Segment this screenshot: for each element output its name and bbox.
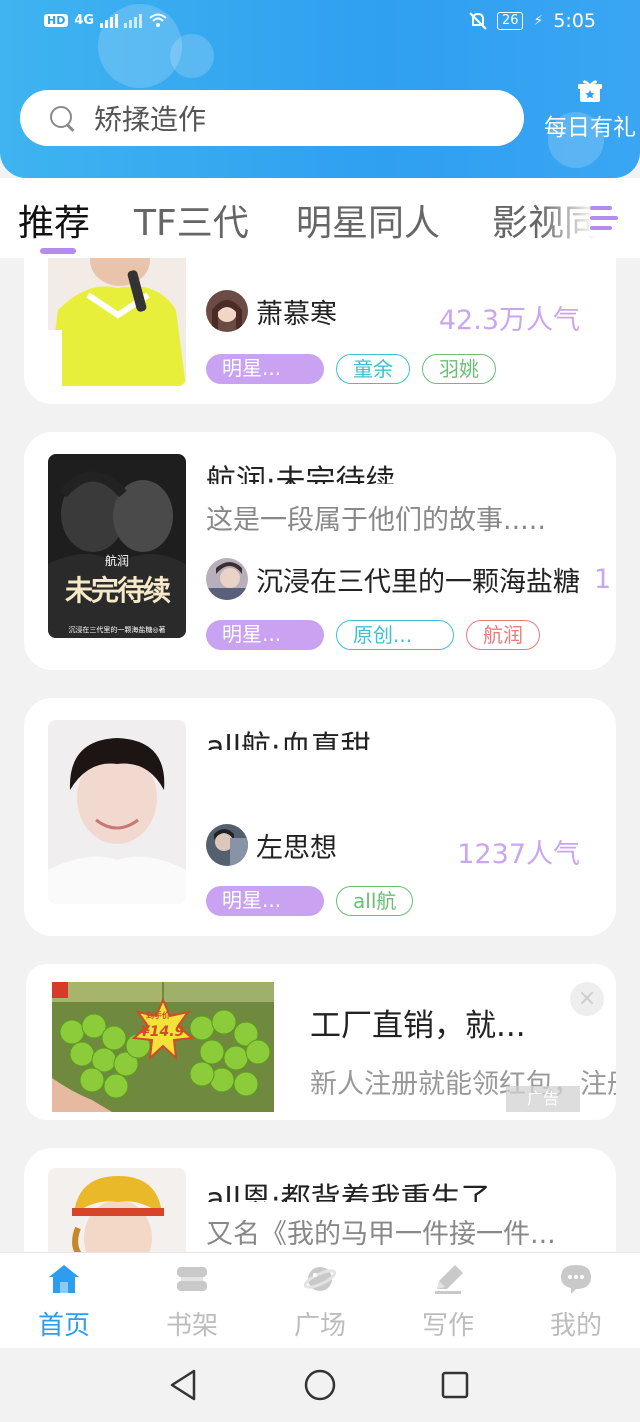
ad-card[interactable]: 到手价 ¥14.9 工厂直销，就... 新人注册就能领红包，注册即可提 × 广告 — [26, 964, 616, 1120]
tag[interactable]: all航 — [336, 886, 414, 916]
nav-label: 广场 — [293, 1311, 346, 1341]
story-cover — [48, 1168, 186, 1252]
tag[interactable]: 明星... — [206, 620, 324, 650]
author-name: 沉浸在三代里的一颗海盐糖 — [256, 566, 580, 598]
author-info[interactable]: 萧慕寒 — [206, 290, 337, 332]
daily-gift-label: 每日有礼 — [544, 115, 636, 141]
home-icon — [49, 1265, 79, 1293]
search-icon — [48, 104, 76, 132]
popularity-count: 1 — [594, 563, 612, 595]
signal-icon — [100, 12, 119, 28]
ad-image: 到手价 ¥14.9 — [52, 982, 274, 1112]
story-list: 萧慕寒 42.3万人气 明星... 童余 羽姚 航润 未完待续 沉浸在三代里的一… — [0, 258, 640, 1252]
cover-author: 沉浸在三代里的一颗海盐糖◎著 — [68, 626, 166, 634]
tag[interactable]: 童余 — [336, 354, 410, 384]
story-cover: 航润 未完待续 沉浸在三代里的一颗海盐糖◎著 — [48, 454, 186, 638]
story-cover — [48, 258, 186, 386]
hd-badge: HD — [44, 13, 69, 27]
nav-label: 首页 — [37, 1311, 90, 1341]
tag[interactable]: 航润 — [466, 620, 540, 650]
nav-label: 书架 — [165, 1311, 218, 1341]
author-name: 左思想 — [256, 832, 337, 864]
nav-bookshelf[interactable]: 书架 — [152, 1263, 232, 1342]
story-title: all航·血真甜 — [206, 730, 371, 750]
signal-icon — [124, 12, 143, 28]
network-type: 4G — [74, 12, 95, 28]
clock: 5:05 — [553, 10, 596, 32]
battery-level: 26 — [496, 12, 524, 30]
story-card[interactable]: all航·血真甜 左思想 1237人气 明星... all航 — [24, 698, 616, 936]
ad-title: 工厂直销，就... — [310, 1008, 526, 1044]
top-header: HD 4G 26 ⚡ 5:05 矫揉造作 每日有礼 — [0, 0, 640, 178]
cover-subtitle: 航润 — [104, 554, 129, 568]
back-icon[interactable] — [168, 1368, 198, 1402]
story-card[interactable]: 萧慕寒 42.3万人气 明星... 童余 羽姚 — [24, 258, 616, 404]
tab-tf-third-gen[interactable]: TF三代 — [134, 194, 249, 246]
story-title: all恩·都背着我重生了 — [206, 1182, 491, 1202]
popularity-count: 1237人气 — [457, 839, 580, 870]
mute-bell-icon — [469, 12, 487, 30]
nav-mine[interactable]: 我的 — [536, 1263, 616, 1342]
tag[interactable]: 原创... — [336, 620, 454, 650]
charging-icon: ⚡ — [533, 13, 544, 29]
bottom-navigation: 首页 书架 广场 写作 我的 — [0, 1252, 640, 1348]
active-tab-indicator — [40, 248, 76, 254]
system-navigation-bar — [0, 1348, 640, 1422]
category-tabs: 推荐 TF三代 明星同人 影视同 — [0, 178, 640, 258]
story-description: 又名《我的马甲一件接一件... — [206, 1219, 556, 1250]
ad-badge: 广告 — [506, 1086, 580, 1112]
tag[interactable]: 明星... — [206, 886, 324, 916]
decor-bubble — [170, 34, 214, 78]
story-title: 航润·未完待续 — [206, 464, 396, 484]
nav-label: 我的 — [549, 1311, 602, 1341]
nav-label: 写作 — [421, 1311, 474, 1341]
story-card[interactable]: 航润 未完待续 沉浸在三代里的一颗海盐糖◎著 航润·未完待续 这是一段属于他们的… — [24, 432, 616, 670]
wifi-icon — [149, 13, 167, 27]
story-description: 这是一段属于他们的故事..... — [206, 505, 546, 536]
search-placeholder: 矫揉造作 — [94, 103, 207, 136]
tab-celebrity-fanfic[interactable]: 明星同人 — [296, 194, 440, 246]
ad-close-button[interactable]: × — [570, 982, 604, 1016]
search-bar[interactable]: 矫揉造作 — [20, 90, 524, 146]
pen-icon — [435, 1265, 463, 1294]
tag-list: 明星... all航 — [206, 886, 414, 916]
gift-icon — [578, 80, 602, 102]
author-avatar — [206, 824, 248, 866]
popularity-count: 42.3万人气 — [438, 305, 580, 336]
story-cover — [48, 720, 186, 904]
author-info[interactable]: 沉浸在三代里的一颗海盐糖 1 — [206, 558, 611, 600]
tag[interactable]: 明星... — [206, 354, 324, 384]
tag-list: 明星... 童余 羽姚 — [206, 354, 496, 384]
nav-home[interactable]: 首页 — [24, 1263, 104, 1342]
cover-title: 未完待续 — [64, 574, 171, 607]
ad-price-label: 到手价 — [146, 1011, 170, 1020]
daily-gift-button[interactable]: 每日有礼 — [540, 78, 640, 142]
recents-icon[interactable] — [440, 1370, 470, 1400]
menu-icon[interactable] — [586, 200, 622, 236]
author-name: 萧慕寒 — [256, 298, 337, 330]
tab-recommend[interactable]: 推荐 — [18, 194, 90, 246]
planet-icon — [303, 1267, 337, 1291]
author-avatar — [206, 290, 248, 332]
nav-write[interactable]: 写作 — [408, 1263, 488, 1342]
story-card[interactable]: all恩·都背着我重生了 又名《我的马甲一件接一件... — [24, 1148, 616, 1252]
home-circle-icon[interactable] — [303, 1368, 337, 1402]
nav-square[interactable]: 广场 — [280, 1263, 360, 1342]
status-bar: HD 4G 26 ⚡ 5:05 — [0, 8, 640, 38]
tag-list: 明星... 原创... 航润 — [206, 620, 540, 650]
author-info[interactable]: 左思想 — [206, 824, 337, 866]
tag[interactable]: 羽姚 — [422, 354, 496, 384]
author-avatar — [206, 558, 248, 600]
ad-price: ¥14.9 — [140, 1024, 185, 1040]
bookshelf-icon — [177, 1267, 207, 1291]
chat-bubble-icon — [561, 1265, 591, 1294]
